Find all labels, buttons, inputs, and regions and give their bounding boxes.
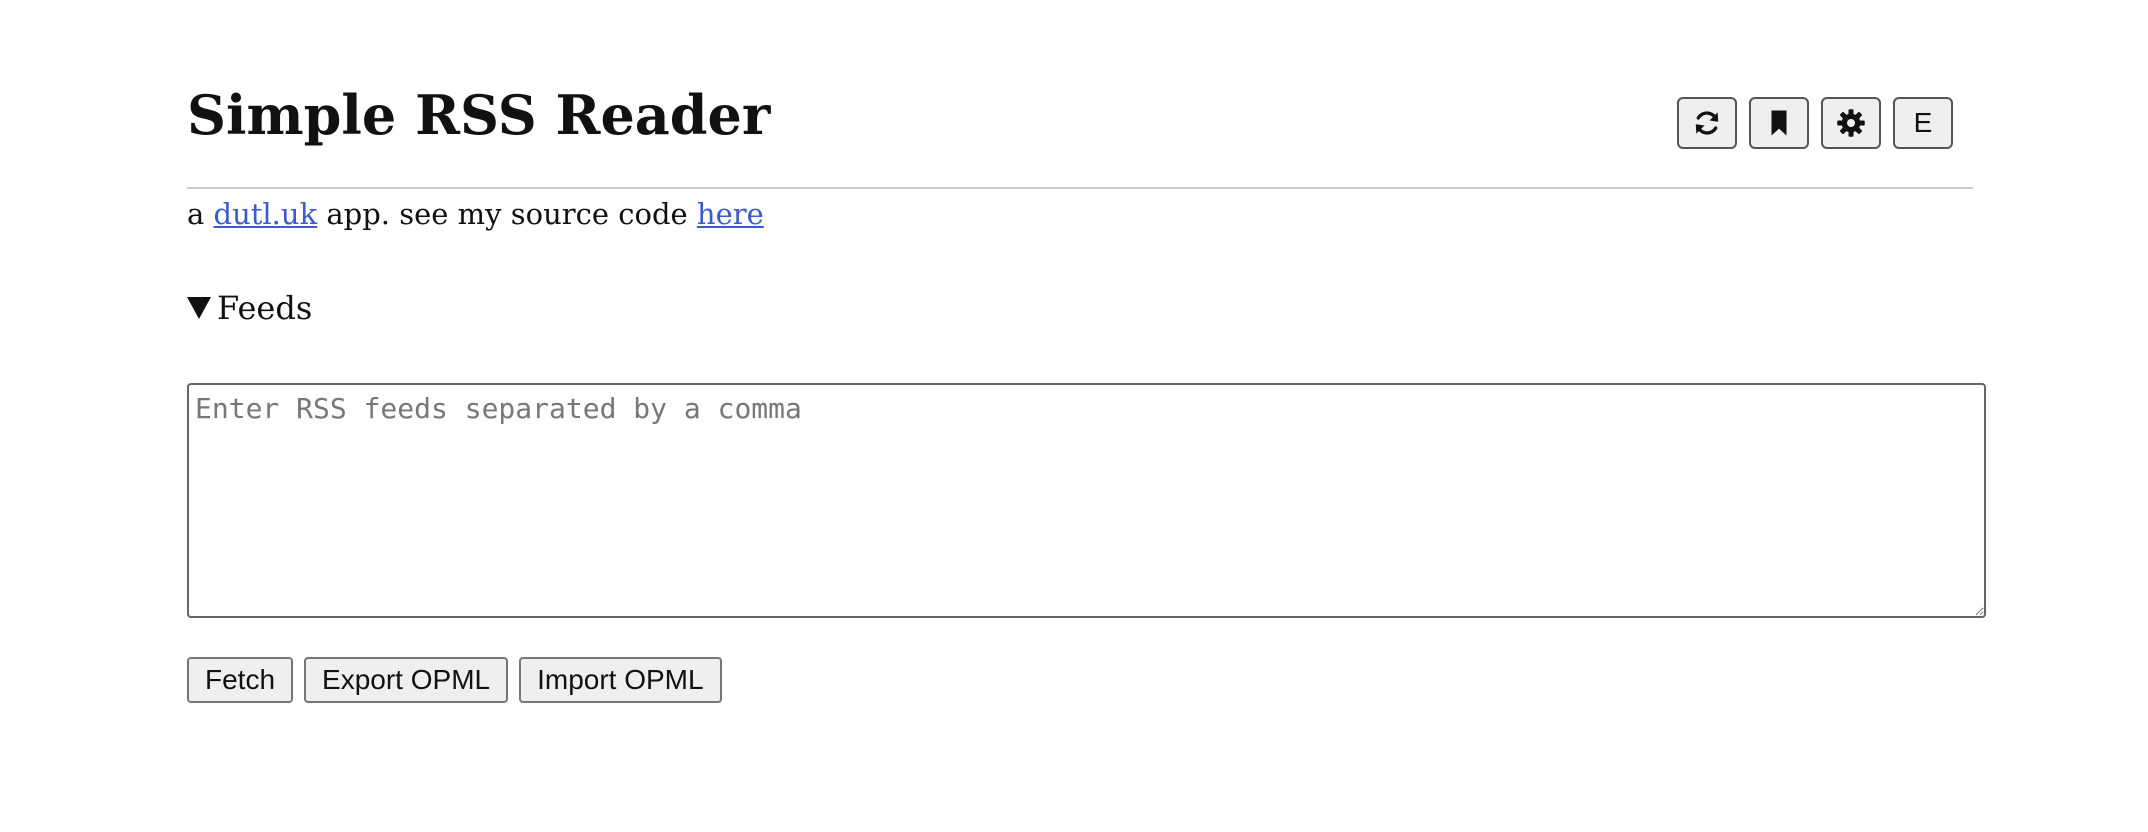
page-title: Simple RSS Reader [187,83,771,147]
refresh-icon [1695,111,1719,135]
fetch-button[interactable]: Fetch [187,657,294,703]
header: Simple RSS Reader E [187,0,1973,189]
bookmark-icon [1771,110,1787,136]
tagline-middle: app. see my source code [317,197,697,231]
e-button[interactable]: E [1893,97,1953,149]
feeds-label: Feeds [217,289,313,327]
refresh-button[interactable] [1677,97,1737,149]
source-code-link[interactable]: here [697,197,764,231]
toolbar: E [1677,97,1953,149]
feed-actions: Fetch Export OPML Import OPML [187,657,722,703]
gear-icon [1837,109,1865,137]
export-opml-button[interactable]: Export OPML [304,657,509,703]
bookmarks-button[interactable] [1749,97,1809,149]
feeds-toggle[interactable]: Feeds [187,284,312,332]
tagline: a dutl.uk app. see my source code here [187,192,764,236]
feeds-input[interactable] [187,383,1986,618]
app-container: Simple RSS Reader E a dutl.uk app. see m… [187,0,1987,832]
tagline-prefix: a [187,197,214,231]
disclosure-triangle-icon [187,297,211,319]
settings-button[interactable] [1821,97,1881,149]
import-opml-button[interactable]: Import OPML [519,657,722,703]
dutl-link[interactable]: dutl.uk [214,197,318,231]
